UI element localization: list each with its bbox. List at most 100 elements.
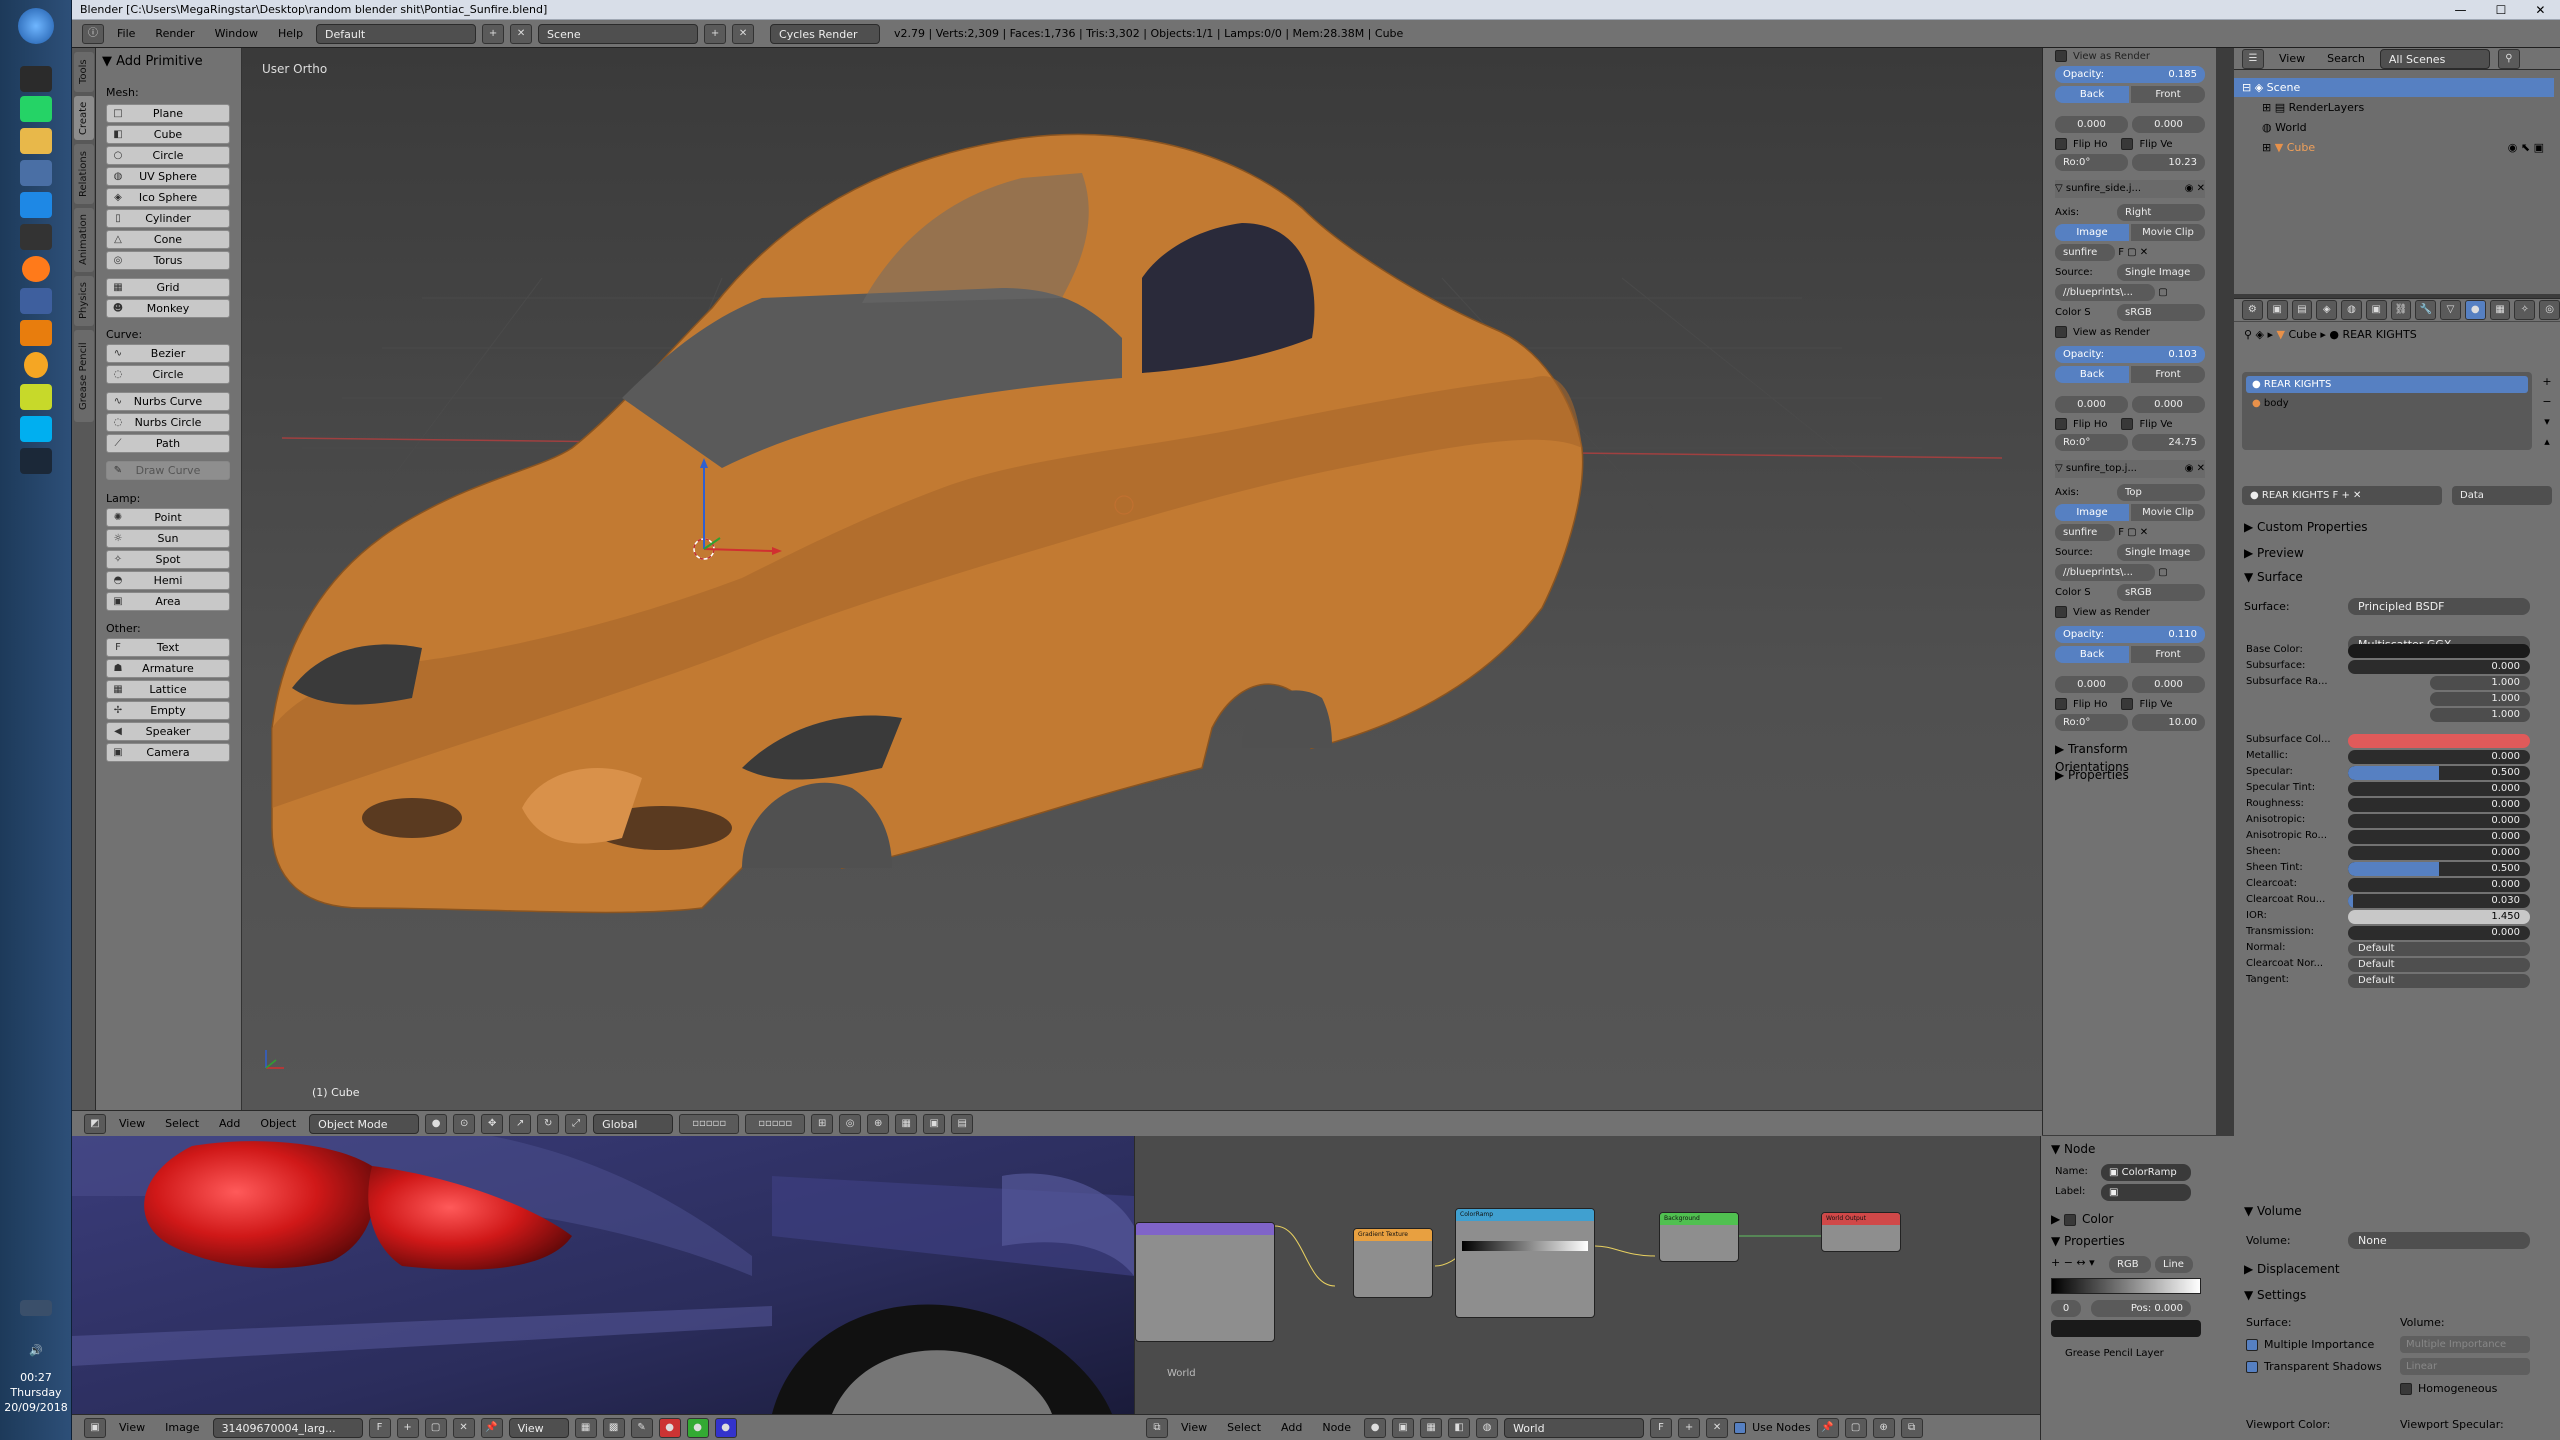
view-as-render-checkbox[interactable] — [2055, 326, 2067, 338]
manipulator-icon[interactable]: ✥ — [481, 1113, 504, 1134]
editor-type-icon[interactable]: ▣ — [84, 1417, 106, 1438]
modifiers-tab-icon[interactable]: 🔧 — [2415, 300, 2437, 320]
bg2-source-select[interactable]: Single Image — [2117, 264, 2205, 281]
outliner-row-renderlayers[interactable]: ⊞ ▤ RenderLayers — [2234, 98, 2554, 117]
multiple-importance-toggle[interactable]: Multiple Importance — [2246, 1338, 2374, 1351]
rotate-icon[interactable]: ↻ — [537, 1113, 560, 1134]
slot-buttons[interactable]: + − ▾ ▴ — [2538, 372, 2556, 452]
menu-file[interactable]: File — [110, 27, 142, 40]
translate-icon[interactable]: ↗ — [509, 1113, 532, 1134]
add-cone-button[interactable]: △ Cone — [106, 230, 230, 249]
render-engine-select[interactable]: Cycles Render — [770, 23, 881, 44]
red-channel-icon[interactable]: ● — [658, 1417, 681, 1438]
bg2-back-button[interactable]: Back — [2055, 366, 2129, 383]
bg2-header[interactable]: ▽ sunfire_side.j... ◉ ✕ — [2055, 180, 2205, 198]
unlink-image-icon[interactable]: ✕ — [452, 1417, 475, 1438]
add-text-button[interactable]: F Text — [106, 638, 230, 657]
transparent-shadows-checkbox[interactable] — [2246, 1361, 2258, 1373]
color-checkbox[interactable] — [2064, 1213, 2077, 1226]
folder-icon[interactable]: ▢ — [2158, 287, 2167, 298]
add-plane-button[interactable]: □ Plane — [106, 104, 230, 123]
node-name-field[interactable]: ▣ ColorRamp — [2101, 1164, 2191, 1181]
bg3-header[interactable]: ▽ sunfire_top.j... ◉ ✕ — [2055, 460, 2205, 478]
image-editor-canvas[interactable] — [72, 1136, 1134, 1414]
bg2-front-button[interactable]: Front — [2131, 366, 2205, 383]
world-datablock-select[interactable]: World — [1504, 1417, 1645, 1438]
param-field[interactable]: 0.030 — [2348, 894, 2530, 908]
layers-icon[interactable]: ▫▫▫▫▫ — [679, 1113, 740, 1134]
param-field[interactable]: 0.000 — [2348, 830, 2530, 844]
snap-icon[interactable]: ⊕ — [867, 1113, 890, 1134]
proportional-edit-icon[interactable]: ◎ — [839, 1113, 862, 1134]
ramp-tools[interactable]: + − ↔ ▾ — [2051, 1256, 2095, 1269]
menu-select[interactable]: Select — [158, 1117, 206, 1130]
bg3-image-field[interactable]: sunfire — [2055, 524, 2115, 541]
add-lattice-button[interactable]: ▦ Lattice — [106, 680, 230, 699]
3d-viewport[interactable] — [242, 48, 2042, 1110]
add-armature-button[interactable]: ☗ Armature — [106, 659, 230, 678]
outliner-row-cube[interactable]: ⊞ ▼ Cube ◉ ⬉ ▣ — [2234, 138, 2554, 157]
properties-panel-header[interactable]: ▶ Properties — [2055, 766, 2205, 784]
add-area-lamp-button[interactable]: ▣ Area — [106, 592, 230, 611]
bg3-y-field[interactable]: 0.000 — [2132, 676, 2205, 693]
add-circle-button[interactable]: ○ Circle — [106, 146, 230, 165]
fake-user-icon[interactable]: F — [368, 1417, 391, 1438]
param-field[interactable]: 0.000 — [2348, 878, 2530, 892]
node-menu-select[interactable]: Select — [1220, 1421, 1268, 1434]
bg3-view-render[interactable]: View as Render — [2055, 604, 2205, 622]
folder-icon[interactable]: ▢ — [2158, 567, 2167, 578]
ramp-index-field[interactable]: 0 — [2051, 1300, 2081, 1317]
render-tab-icon[interactable]: ▣ — [2266, 300, 2288, 320]
bg3-path-field[interactable]: //blueprints\... — [2055, 564, 2155, 581]
firefox-icon[interactable] — [22, 256, 50, 282]
world-tab-icon[interactable]: ◍ — [2341, 300, 2362, 320]
node-editor-canvas[interactable]: Gradient Texture ColorRamp Background Wo… — [1134, 1136, 2040, 1414]
bg3-visibility-icon[interactable]: ◉ ✕ — [2185, 460, 2205, 478]
ramp-gradient[interactable] — [2051, 1278, 2201, 1294]
add-point-lamp-button[interactable]: ✺ Point — [106, 508, 230, 527]
tab-animation[interactable]: Animation — [74, 208, 94, 272]
view-as-render-checkbox[interactable] — [2055, 606, 2067, 618]
bg2-path-field[interactable]: //blueprints\... — [2055, 284, 2155, 301]
car-body-mesh[interactable] — [271, 133, 1584, 914]
tab-physics[interactable]: Physics — [74, 276, 94, 326]
menu-render[interactable]: Render — [148, 27, 201, 40]
open-image-icon[interactable]: ▢ — [424, 1417, 447, 1438]
bg1-y-field[interactable]: 0.000 — [2132, 116, 2205, 133]
lock-layers-icon[interactable]: ⊞ — [811, 1113, 834, 1134]
unlink-world-icon[interactable]: ✕ — [1706, 1417, 1729, 1438]
param-field[interactable] — [2348, 734, 2530, 748]
world-shader-icon[interactable]: ◍ — [1476, 1417, 1499, 1438]
taskbar-app-icon[interactable] — [24, 352, 48, 378]
bg2-image-icons[interactable]: F ▢ ✕ — [2118, 247, 2148, 258]
taskbar-app-icon[interactable] — [20, 384, 52, 410]
scene-tab-icon[interactable]: ◈ — [2316, 300, 2338, 320]
add-primitive-header[interactable]: ▼ Add Primitive — [102, 54, 203, 69]
compositor-tree-icon[interactable]: ▣ — [1392, 1417, 1415, 1438]
volume-sampling-select[interactable]: Multiple Importance — [2400, 1336, 2530, 1353]
bg2-axis-select[interactable]: Right — [2117, 204, 2205, 221]
bg2-opacity-field[interactable]: Opacity: 0.103 — [2055, 346, 2205, 363]
pivot-icon[interactable]: ⊙ — [453, 1113, 476, 1134]
shading-icon[interactable]: ● — [425, 1113, 448, 1134]
editor-type-icon[interactable]: ◩ — [84, 1113, 106, 1134]
bg3-colorspace-select[interactable]: sRGB — [2117, 584, 2205, 601]
skype-icon[interactable] — [20, 416, 52, 442]
bg1-x-field[interactable]: 0.000 — [2055, 116, 2128, 133]
outliner-row-scene[interactable]: ⊟ ◈ Scene — [2234, 78, 2554, 97]
bg2-flip-h[interactable]: Flip Ho — [2055, 416, 2107, 434]
material-slot-rear-kights[interactable]: ● REAR KIGHTS — [2246, 376, 2528, 393]
display-mode-select[interactable]: All Scenes — [2379, 48, 2490, 69]
steam-icon[interactable] — [20, 448, 52, 474]
add-cube-button[interactable]: ◧ Cube — [106, 125, 230, 144]
layout-selector[interactable]: Default — [316, 23, 477, 44]
param-field[interactable]: 0.000 — [2348, 846, 2530, 860]
orientation-selector[interactable]: Global — [593, 1113, 674, 1134]
channel-icon[interactable]: ▩ — [602, 1417, 625, 1438]
minimize-button[interactable]: — — [2455, 0, 2467, 20]
add-spot-lamp-button[interactable]: ✧ Spot — [106, 550, 230, 569]
copy-icon[interactable]: ⧉ — [1900, 1417, 1923, 1438]
flip-h-checkbox[interactable] — [2055, 138, 2067, 150]
taskbar-app-icon[interactable] — [20, 224, 52, 250]
render-preview-icon[interactable]: ▣ — [923, 1113, 946, 1134]
